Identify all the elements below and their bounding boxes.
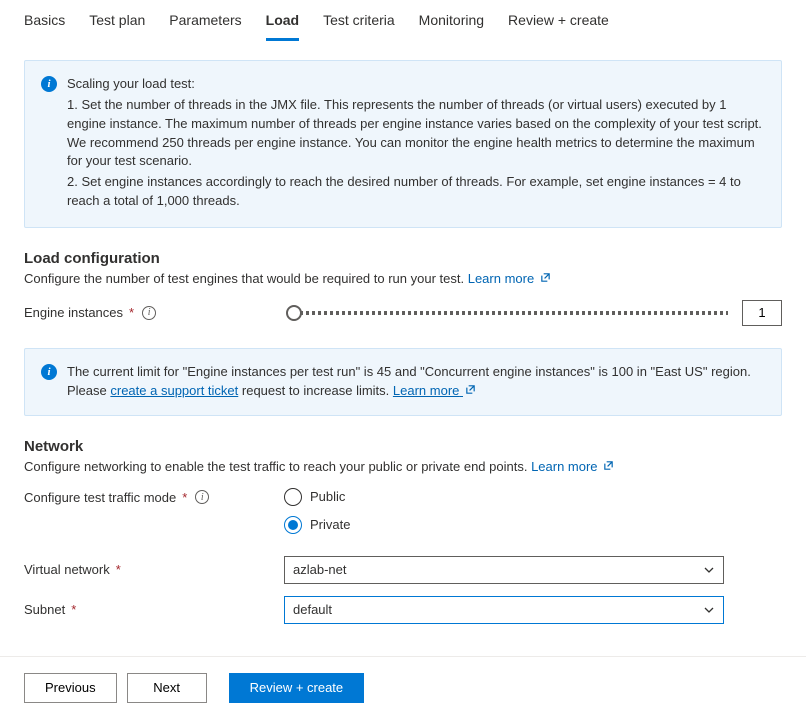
next-button[interactable]: Next [127, 673, 207, 703]
chevron-down-icon [703, 564, 715, 576]
external-link-icon [603, 460, 614, 471]
learn-more-limit[interactable]: Learn more [393, 383, 476, 398]
radio-icon [284, 488, 302, 506]
tab-parameters[interactable]: Parameters [169, 6, 241, 41]
footer: Previous Next Review + create [0, 656, 806, 719]
required-marker: * [182, 490, 187, 505]
tab-test-plan[interactable]: Test plan [89, 6, 145, 41]
info-limit: i The current limit for "Engine instance… [24, 348, 782, 416]
required-marker: * [129, 305, 134, 320]
previous-button[interactable]: Previous [24, 673, 117, 703]
info-title: Scaling your load test: [67, 75, 765, 94]
chevron-down-icon [703, 604, 715, 616]
section-load-title: Load configuration [24, 250, 782, 267]
info-outline-icon[interactable]: i [195, 490, 209, 504]
engine-instances-slider[interactable] [284, 305, 728, 321]
radio-icon [284, 516, 302, 534]
learn-more-network[interactable]: Learn more [531, 459, 614, 474]
tab-bar: Basics Test plan Parameters Load Test criter… [0, 0, 806, 42]
slider-thumb[interactable] [286, 305, 302, 321]
create-support-ticket-link[interactable]: create a support ticket [110, 383, 238, 398]
external-link-icon [465, 384, 476, 395]
tab-load[interactable]: Load [266, 6, 299, 41]
engine-instances-label: Engine instances [24, 305, 123, 320]
traffic-mode-label: Configure test traffic mode [24, 490, 176, 505]
info-scaling: i Scaling your load test: 1. Set the num… [24, 60, 782, 228]
radio-public[interactable]: Public [284, 488, 350, 506]
info-line2: 2. Set engine instances accordingly to r… [67, 173, 765, 211]
tab-review-create[interactable]: Review + create [508, 6, 609, 41]
tab-monitoring[interactable]: Monitoring [419, 6, 484, 41]
info-line1: 1. Set the number of threads in the JMX … [67, 96, 765, 171]
section-network-title: Network [24, 438, 782, 455]
external-link-icon [540, 272, 551, 283]
info-outline-icon[interactable]: i [142, 306, 156, 320]
radio-private[interactable]: Private [284, 516, 350, 534]
section-network-desc: Configure networking to enable the test … [24, 459, 782, 474]
required-marker: * [116, 562, 121, 577]
subnet-select[interactable]: default [284, 596, 724, 624]
engine-instances-input[interactable] [742, 300, 782, 326]
vnet-select[interactable]: azlab-net [284, 556, 724, 584]
subnet-label: Subnet [24, 602, 65, 617]
tab-test-criteria[interactable]: Test criteria [323, 6, 395, 41]
info-icon: i [41, 76, 57, 92]
review-create-button[interactable]: Review + create [229, 673, 365, 703]
vnet-label: Virtual network [24, 562, 110, 577]
tab-basics[interactable]: Basics [24, 6, 65, 41]
section-load-desc: Configure the number of test engines tha… [24, 271, 782, 286]
learn-more-load[interactable]: Learn more [468, 271, 551, 286]
required-marker: * [71, 602, 76, 617]
info-icon: i [41, 364, 57, 380]
